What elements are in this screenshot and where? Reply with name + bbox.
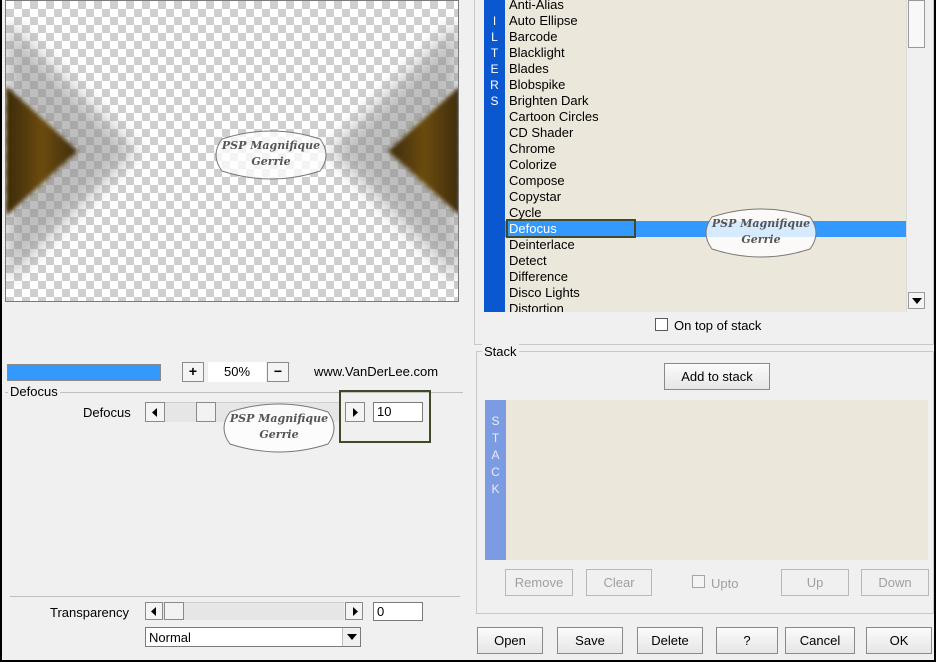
- stack-sidebar-letter: K: [491, 482, 500, 496]
- scroll-down-button[interactable]: [908, 292, 925, 309]
- blend-mode-value: Normal: [149, 630, 191, 645]
- transparency-increase-button[interactable]: [345, 602, 363, 620]
- stack-sidebar-letter: T: [491, 431, 500, 445]
- upto-label: Upto: [711, 576, 739, 591]
- filter-list-item[interactable]: Distortion: [505, 301, 906, 312]
- filter-list-item[interactable]: Colorize: [505, 157, 906, 173]
- transparency-value-input[interactable]: 0: [373, 602, 423, 621]
- down-button[interactable]: Down: [861, 569, 929, 596]
- filter-list-item[interactable]: Blades: [505, 61, 906, 77]
- preview-pane: PSP Magnifique Gerrie: [5, 0, 459, 302]
- filters-sidebar-letter: T: [490, 46, 499, 60]
- filter-list-item[interactable]: Disco Lights: [505, 285, 906, 301]
- filter-list-item[interactable]: Auto Ellipse: [505, 13, 906, 29]
- watermark-logo: PSP Magnifique Gerrie: [212, 127, 330, 183]
- transparency-slider-track[interactable]: [163, 602, 344, 620]
- filter-list[interactable]: Anti-Alias Auto Ellipse Barcode Blacklight B…: [505, 0, 906, 312]
- filters-sidebar-letter: R: [490, 78, 499, 92]
- filter-list-item[interactable]: Cartoon Circles: [505, 109, 906, 125]
- progress-fill: [8, 365, 160, 380]
- defocus-group-title: Defocus: [8, 384, 60, 399]
- clear-button[interactable]: Clear: [586, 569, 652, 596]
- filters-sidebar-letter: E: [490, 62, 499, 76]
- arrow-left-icon: [151, 607, 156, 616]
- filter-list-item[interactable]: Blobspike: [505, 77, 906, 93]
- stack-list[interactable]: [506, 400, 928, 560]
- transparency-slider-thumb[interactable]: [164, 602, 184, 620]
- dropdown-button[interactable]: [342, 628, 360, 646]
- website-link[interactable]: www.VanDerLee.com: [314, 364, 438, 379]
- filters-sidebar-letter: S: [490, 94, 499, 108]
- filter-list-item[interactable]: Chrome: [505, 141, 906, 157]
- on-top-label: On top of stack: [674, 318, 762, 333]
- save-button[interactable]: Save: [557, 627, 623, 654]
- filter-list-item[interactable]: Brighten Dark: [505, 93, 906, 109]
- arrow-left-icon: [152, 408, 157, 417]
- zoom-in-button[interactable]: +: [182, 362, 204, 382]
- stack-sidebar-letter: C: [491, 465, 500, 479]
- upto-checkbox[interactable]: [692, 575, 705, 588]
- help-button[interactable]: ?: [716, 627, 778, 654]
- delete-button[interactable]: Delete: [637, 627, 703, 654]
- cancel-button[interactable]: Cancel: [785, 627, 855, 654]
- filter-list-item[interactable]: Anti-Alias: [505, 0, 906, 13]
- defocus-decrease-button[interactable]: [145, 402, 165, 422]
- transparency-label: Transparency: [50, 605, 129, 620]
- zoom-level: 50%: [208, 362, 266, 382]
- separator: [10, 596, 460, 597]
- up-button[interactable]: Up: [781, 569, 849, 596]
- transparency-decrease-button[interactable]: [145, 602, 163, 620]
- filters-sidebar-letter: L: [491, 30, 498, 44]
- filter-list-item[interactable]: Difference: [505, 269, 906, 285]
- selected-filter-focus: [506, 219, 636, 238]
- progress-bar: [7, 364, 161, 381]
- highlight-box: [339, 390, 431, 443]
- defocus-slider-thumb[interactable]: [196, 402, 216, 422]
- remove-button[interactable]: Remove: [505, 569, 573, 596]
- chevron-down-icon: [347, 634, 357, 640]
- filter-list-item[interactable]: Copystar: [505, 189, 906, 205]
- zoom-out-button[interactable]: −: [267, 362, 289, 382]
- on-top-checkbox[interactable]: [655, 318, 668, 331]
- stack-sidebar-letter: A: [491, 448, 500, 462]
- stack-sidebar-letter: S: [491, 414, 500, 428]
- ok-button[interactable]: OK: [866, 627, 932, 654]
- open-button[interactable]: Open: [477, 627, 543, 654]
- watermark-logo-3: PSP Magnifique Gerrie: [702, 205, 820, 261]
- chevron-down-icon: [912, 298, 922, 304]
- arrow-right-icon: [353, 607, 358, 616]
- filter-list-item[interactable]: Barcode: [505, 29, 906, 45]
- filter-list-item[interactable]: Blacklight: [505, 45, 906, 61]
- add-to-stack-button[interactable]: Add to stack: [664, 363, 770, 390]
- stack-group-title: Stack: [482, 344, 519, 359]
- blend-mode-select[interactable]: Normal: [145, 627, 361, 647]
- filters-sidebar-letter: I: [492, 14, 497, 28]
- watermark-logo-2: PSP Magnifique Gerrie: [220, 400, 338, 456]
- filter-dialog: PSP Magnifique Gerrie + 50% − www.VanDer…: [2, 0, 934, 660]
- filter-list-item[interactable]: CD Shader: [505, 125, 906, 141]
- scrollbar-thumb[interactable]: [908, 0, 925, 48]
- filter-list-scrollbar[interactable]: [906, 0, 926, 312]
- filter-list-item[interactable]: Compose: [505, 173, 906, 189]
- defocus-param-label: Defocus: [83, 405, 131, 420]
